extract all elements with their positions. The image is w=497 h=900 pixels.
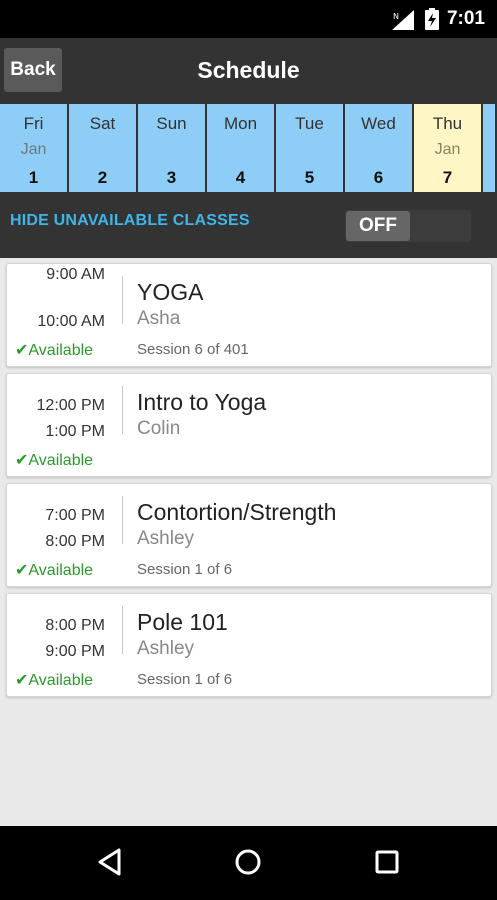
end-time: 10:00 AM <box>37 313 105 330</box>
recents-square-icon[interactable] <box>369 844 405 880</box>
session-info: Session 1 of 6 <box>137 671 233 688</box>
class-name: YOGA <box>137 279 204 305</box>
day-name: Mon <box>223 114 258 133</box>
class-times: 7:00 PM 8:00 PM ✔Available <box>7 484 115 586</box>
class-card-intro-to-yoga[interactable]: 12:00 PM 1:00 PM ✔Available Intro to Yog… <box>6 373 492 477</box>
day-name: Wed <box>361 114 396 133</box>
day-number: 1 <box>28 168 39 187</box>
instructor-name: Colin <box>137 418 181 439</box>
divider <box>122 606 123 654</box>
start-time: 9:00 AM <box>46 266 105 283</box>
day-number: 7 <box>442 168 453 187</box>
day-number: 6 <box>373 168 384 187</box>
day-tab-next-partial[interactable] <box>483 104 495 192</box>
svg-text:N: N <box>393 12 399 21</box>
day-month: Jan <box>434 141 461 158</box>
class-times: 9:00 AM 10:00 AM ✔Available <box>7 264 115 366</box>
class-times: 8:00 PM 9:00 PM ✔Available <box>7 594 115 696</box>
day-month: Jan <box>20 141 47 158</box>
availability-status: ✔Available <box>15 452 94 469</box>
instructor-name: Ashley <box>137 638 195 659</box>
day-tab-sun[interactable]: Sun 3 <box>138 104 207 192</box>
class-card-contortion-strength[interactable]: 7:00 PM 8:00 PM ✔Available Contortion/St… <box>6 483 492 587</box>
end-time: 9:00 PM <box>45 643 105 660</box>
day-tab-sat[interactable]: Sat 2 <box>69 104 138 192</box>
class-name: Intro to Yoga <box>137 389 267 415</box>
class-card-yoga[interactable]: 9:00 AM 10:00 AM ✔Available YOGA Asha Se… <box>6 263 492 367</box>
day-name: Fri <box>23 114 44 133</box>
app-header: Back Schedule <box>0 38 497 104</box>
end-time: 1:00 PM <box>45 423 105 440</box>
signal-icon: N <box>392 10 414 30</box>
back-triangle-icon[interactable] <box>92 844 128 880</box>
day-selector: Fri Jan 1 Sat 2 Sun 3 Mon 4 Tue 5 Wed 6 … <box>0 104 497 192</box>
day-number: 5 <box>304 168 315 187</box>
day-name: Tue <box>295 114 324 133</box>
system-nav-bar <box>0 826 497 900</box>
day-name: Sun <box>156 114 187 133</box>
availability-status: ✔Available <box>15 672 94 689</box>
day-number: 4 <box>235 168 246 187</box>
divider <box>122 386 123 434</box>
day-tab-wed[interactable]: Wed 6 <box>345 104 414 192</box>
end-time: 8:00 PM <box>45 533 105 550</box>
day-tab-thu[interactable]: Thu Jan 7 <box>414 104 483 192</box>
session-info: Session 6 of 401 <box>137 341 249 358</box>
status-bar: N 7:01 <box>0 0 497 38</box>
home-circle-icon[interactable] <box>230 844 266 880</box>
start-time: 7:00 PM <box>45 507 105 524</box>
day-number: 2 <box>97 168 108 187</box>
status-time: 7:01 <box>446 8 485 29</box>
start-time: 12:00 PM <box>36 397 105 414</box>
toggle-state-label[interactable]: OFF <box>346 211 410 241</box>
battery-charging-icon <box>425 8 439 30</box>
day-name: Sat <box>89 114 116 133</box>
day-number: 3 <box>166 168 177 187</box>
day-name: Thu <box>432 114 463 133</box>
day-tab-tue[interactable]: Tue 5 <box>276 104 345 192</box>
divider <box>122 276 123 324</box>
availability-status: ✔Available <box>15 562 94 579</box>
day-tab-fri[interactable]: Fri Jan 1 <box>0 104 69 192</box>
instructor-name: Asha <box>137 308 181 329</box>
day-tab-mon[interactable]: Mon 4 <box>207 104 276 192</box>
page-title: Schedule <box>197 57 300 83</box>
start-time: 8:00 PM <box>45 617 105 634</box>
session-info: Session 1 of 6 <box>137 561 233 578</box>
class-times: 12:00 PM 1:00 PM ✔Available <box>7 374 115 476</box>
back-button[interactable]: Back <box>4 48 62 92</box>
availability-status: ✔Available <box>15 342 94 359</box>
divider <box>122 496 123 544</box>
hide-unavailable-label: HIDE UNAVAILABLE CLASSES <box>10 212 250 229</box>
class-name: Contortion/Strength <box>137 499 337 525</box>
instructor-name: Ashley <box>137 528 195 549</box>
class-card-pole-101[interactable]: 8:00 PM 9:00 PM ✔Available Pole 101 Ashl… <box>6 593 492 697</box>
class-name: Pole 101 <box>137 609 228 635</box>
